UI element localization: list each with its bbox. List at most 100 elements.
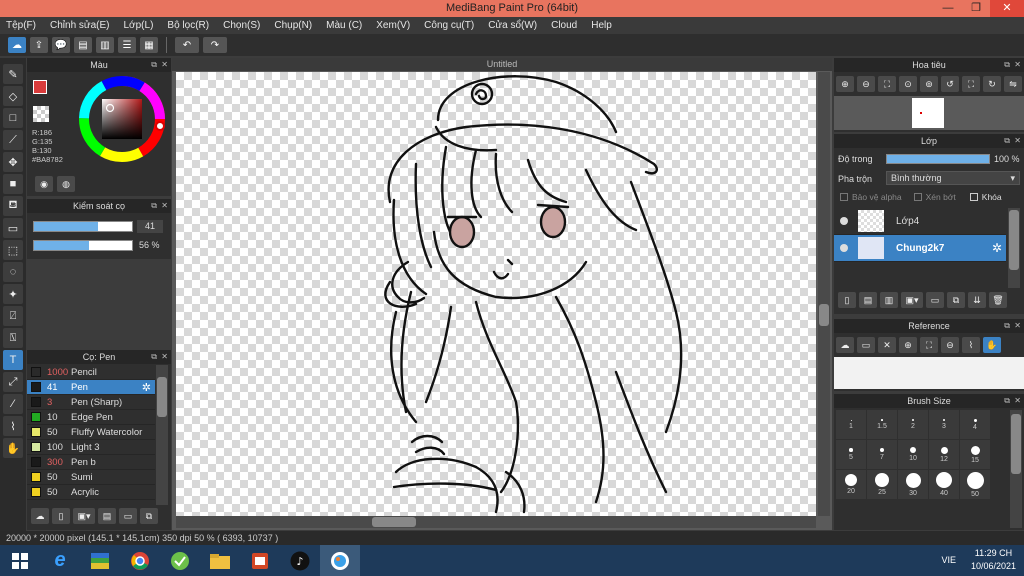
- reference-zoom-out-icon[interactable]: ⊖: [941, 337, 959, 353]
- reference-zoom-in-icon[interactable]: ⊕: [899, 337, 917, 353]
- menu-layer[interactable]: Lớp(L): [124, 20, 154, 31]
- layer-row[interactable]: Chung2k7 ✲: [834, 235, 1006, 262]
- palette-icon[interactable]: ◉: [35, 176, 53, 192]
- brush-size-option[interactable]: 5: [836, 440, 866, 469]
- fill-rect-tool-icon[interactable]: ■: [3, 174, 23, 194]
- brush-size-option[interactable]: 1.5: [867, 410, 897, 439]
- gear-icon[interactable]: ✲: [992, 241, 1002, 255]
- clipping-checkbox[interactable]: [913, 193, 922, 201]
- menu-filter[interactable]: Bộ lọc(R): [167, 20, 209, 31]
- gradient-tool-icon[interactable]: ▭: [3, 218, 23, 238]
- close-panel-icon[interactable]: ✕: [161, 199, 168, 213]
- close-button[interactable]: ✕: [990, 0, 1024, 17]
- list-icon[interactable]: ☰: [118, 37, 136, 53]
- tiktok-icon[interactable]: ♪: [280, 545, 320, 576]
- brush-item[interactable]: 100 Light 3: [27, 440, 155, 455]
- menu-color[interactable]: Màu (C): [326, 20, 362, 31]
- input-language[interactable]: VIE: [941, 555, 956, 565]
- brush-copy-icon[interactable]: ⧉: [140, 508, 158, 524]
- close-panel-icon[interactable]: ✕: [161, 350, 168, 364]
- new-8bit-layer-icon[interactable]: ▥: [880, 292, 898, 308]
- divide-tool-icon[interactable]: ⁄: [3, 394, 23, 414]
- magic-wand-tool-icon[interactable]: ✦: [3, 284, 23, 304]
- reference-hand-icon[interactable]: ✋: [983, 337, 1001, 353]
- cloud-icon[interactable]: ☁: [8, 37, 26, 53]
- rotate-right-icon[interactable]: ↻: [983, 76, 1001, 92]
- new-halftone-layer-icon[interactable]: ▤: [859, 292, 877, 308]
- brush-size-option[interactable]: 15: [960, 440, 990, 469]
- reset-view-icon[interactable]: ⛶: [962, 76, 980, 92]
- popout-icon[interactable]: ⧉: [1004, 58, 1010, 72]
- speech-icon[interactable]: ▤: [74, 37, 92, 53]
- close-panel-icon[interactable]: ✕: [1014, 394, 1021, 408]
- zoom-out-icon[interactable]: ⊖: [857, 76, 875, 92]
- brush-item[interactable]: 41 Pen ✲: [27, 380, 155, 395]
- clock[interactable]: 11:29 CH 10/06/2021: [971, 547, 1016, 573]
- rotate-left-icon[interactable]: ↺: [941, 76, 959, 92]
- medibang-icon[interactable]: [320, 545, 360, 576]
- brush-item[interactable]: 50 Sumi: [27, 470, 155, 485]
- brush-item[interactable]: 1000 Pencil: [27, 365, 155, 380]
- brush-size-option[interactable]: 1: [836, 410, 866, 439]
- duplicate-layer-icon[interactable]: ⧉: [947, 292, 965, 308]
- select-pen-tool-icon[interactable]: ⍁: [3, 306, 23, 326]
- color-wheel[interactable]: [77, 74, 167, 164]
- popout-icon[interactable]: ⧉: [1004, 394, 1010, 408]
- canvas-vscroll-thumb[interactable]: [819, 304, 829, 326]
- brush-size-option[interactable]: 7: [867, 440, 897, 469]
- chrome-icon[interactable]: [120, 545, 160, 576]
- brush-folder-icon[interactable]: ▭: [119, 508, 137, 524]
- brush-size-option[interactable]: 20: [836, 470, 866, 499]
- popout-icon[interactable]: ⧉: [1004, 134, 1010, 148]
- brush-size-scrollbar[interactable]: [1010, 410, 1022, 528]
- brush-size-option[interactable]: 30: [898, 470, 928, 499]
- brush-settings-icon[interactable]: ▤: [98, 508, 116, 524]
- menu-file[interactable]: Tệp(F): [6, 20, 36, 31]
- restore-button[interactable]: ❐: [962, 0, 990, 17]
- page-icon[interactable]: ▥: [96, 37, 114, 53]
- canvas-hscroll-thumb[interactable]: [372, 517, 416, 527]
- internet-explorer-icon[interactable]: e: [40, 545, 80, 576]
- palette-edit-icon[interactable]: ◍: [57, 176, 75, 192]
- add-brush-icon[interactable]: ▣▾: [73, 508, 95, 524]
- menu-cloud[interactable]: Cloud: [551, 20, 577, 31]
- hand-tool-icon[interactable]: ✋: [3, 438, 23, 458]
- powerpoint-icon[interactable]: [240, 545, 280, 576]
- bucket-tool-icon[interactable]: ⛾: [3, 196, 23, 216]
- foreground-color-swatch[interactable]: [33, 80, 47, 94]
- new-layer-icon[interactable]: ▯: [838, 292, 856, 308]
- zoom-reset-icon[interactable]: ⊚: [920, 76, 938, 92]
- brush-size-option[interactable]: 50: [960, 470, 990, 499]
- app-green-icon[interactable]: [160, 545, 200, 576]
- visibility-icon[interactable]: [840, 244, 848, 252]
- close-panel-icon[interactable]: ✕: [1014, 134, 1021, 148]
- reference-view[interactable]: [834, 357, 1024, 389]
- layer-row[interactable]: Lớp4: [834, 208, 1006, 235]
- reference-eyedropper-icon[interactable]: ⌇: [962, 337, 980, 353]
- brush-size-scroll-thumb[interactable]: [1011, 414, 1021, 474]
- eraser-tool-icon[interactable]: ◇: [3, 86, 23, 106]
- minimize-button[interactable]: —: [934, 0, 962, 17]
- brush-list-scroll-thumb[interactable]: [157, 377, 167, 417]
- text-tool-icon[interactable]: T: [3, 350, 23, 370]
- add-layer-menu-icon[interactable]: ▣▾: [901, 292, 923, 308]
- brush-item[interactable]: 50 Fluffy Watercolor: [27, 425, 155, 440]
- windows-start-icon[interactable]: [0, 545, 40, 576]
- brush-opacity-slider[interactable]: [33, 240, 133, 251]
- visibility-icon[interactable]: [840, 217, 848, 225]
- layer-scroll-thumb[interactable]: [1009, 210, 1019, 270]
- reference-close-icon[interactable]: ✕: [878, 337, 896, 353]
- menu-snap[interactable]: Chụp(N): [274, 20, 312, 31]
- zoom-in-icon[interactable]: ⊕: [836, 76, 854, 92]
- canvas-tab[interactable]: Untitled: [172, 58, 832, 71]
- navigator-preview[interactable]: [834, 96, 1024, 130]
- menu-window[interactable]: Cửa sổ(W): [488, 20, 537, 31]
- brush-size-option[interactable]: 25: [867, 470, 897, 499]
- zoom-icon[interactable]: ⊙: [899, 76, 917, 92]
- popout-icon[interactable]: ⧉: [151, 199, 157, 213]
- reference-fit-icon[interactable]: ⛶: [920, 337, 938, 353]
- grid-icon[interactable]: ▦: [140, 37, 158, 53]
- transparent-color-swatch[interactable]: [33, 106, 49, 122]
- close-panel-icon[interactable]: ✕: [1014, 319, 1021, 333]
- brush-size-slider[interactable]: [33, 221, 133, 232]
